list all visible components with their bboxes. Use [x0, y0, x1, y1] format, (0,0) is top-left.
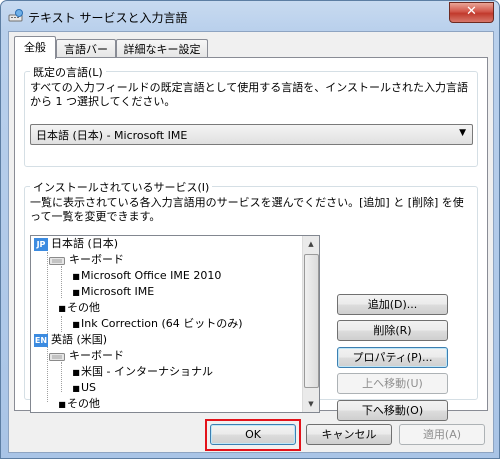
installed-services-tree[interactable]: JP 日本語 (日本) キーボード ■Microsoft Office IME 2…: [30, 235, 320, 413]
tab-advanced-key-settings[interactable]: 詳細なキー設定: [116, 39, 208, 59]
tree-item-label: その他: [67, 397, 100, 410]
keyboard-icon: [49, 257, 65, 265]
properties-button[interactable]: プロパティ(P)...: [337, 347, 448, 368]
tree-item-label: その他: [67, 301, 100, 314]
tab-general[interactable]: 全般: [14, 36, 56, 59]
bullet-icon: ■: [72, 320, 80, 329]
tree-item-language-english[interactable]: EN 英語 (米国): [34, 332, 107, 348]
installed-services-description-2: って一覧を変更できます。: [30, 210, 161, 223]
tab-advanced-key-settings-label: 詳細なキー設定: [123, 43, 201, 56]
move-up-button[interactable]: 上へ移動(U): [337, 373, 448, 394]
tree-item-label: 英語 (米国): [51, 333, 108, 346]
tab-language-bar[interactable]: 言語バー: [56, 39, 116, 59]
tree-item-us-international[interactable]: ■米国 - インターナショナル: [71, 364, 213, 380]
apply-button[interactable]: 適用(A): [399, 424, 485, 445]
close-button[interactable]: ✕: [449, 2, 494, 23]
scroll-up-icon[interactable]: ▲: [303, 236, 319, 252]
default-language-group-title: 既定の言語(L): [30, 64, 106, 80]
default-language-group: 既定の言語(L) すべての入力フィールドの既定言語として使用する言語を、インスト…: [24, 64, 478, 167]
installed-services-description-1: 一覧に表示されている各入力言語用のサービスを選んでください。[追加] と [削除…: [30, 196, 464, 209]
tab-panel-general: 既定の言語(L) すべての入力フィールドの既定言語として使用する言語を、インスト…: [14, 57, 488, 421]
tree-item-us[interactable]: ■US: [71, 380, 96, 396]
bullet-icon: ■: [58, 400, 66, 409]
tree-connector: [47, 252, 48, 402]
scroll-down-icon[interactable]: ▼: [303, 396, 319, 412]
lang-badge-en: EN: [34, 333, 48, 347]
add-button[interactable]: 追加(D)...: [337, 294, 448, 315]
keyboard-icon: [49, 353, 65, 361]
cancel-button[interactable]: キャンセル: [306, 424, 392, 445]
bullet-icon: ■: [72, 368, 80, 377]
tree-item-label: キーボード: [69, 349, 124, 362]
tab-language-bar-label: 言語バー: [64, 43, 108, 56]
default-language-description-2: から 1 つ選択してください。: [30, 95, 176, 108]
bullet-icon: ■: [58, 304, 66, 313]
tree-item-label: 米国 - インターナショナル: [81, 365, 213, 378]
chevron-down-icon: ▼: [459, 128, 466, 138]
tree-item-label: US: [81, 381, 97, 394]
default-language-selected-value: 日本語 (日本) - Microsoft IME: [36, 129, 188, 142]
tree-item-other[interactable]: ■その他: [57, 300, 100, 316]
default-language-description-1: すべての入力フィールドの既定言語として使用する言語を、インストールされた入力言語: [30, 81, 469, 94]
bullet-icon: ■: [72, 272, 80, 281]
remove-button[interactable]: 削除(R): [337, 320, 448, 341]
tree-item-keyboard-category[interactable]: キーボード: [49, 252, 124, 268]
highlight-annotation: [205, 419, 301, 451]
tree-item-keyboard-category[interactable]: キーボード: [49, 348, 124, 364]
tree-item-label: キーボード: [69, 253, 124, 266]
keyboard-globe-icon: [8, 9, 23, 22]
title-bar[interactable]: テキスト サービスと入力言語 ✕: [1, 1, 499, 31]
bullet-icon: ■: [72, 384, 80, 393]
lang-badge-jp: JP: [34, 237, 48, 251]
tree-item-label: Microsoft IME: [81, 285, 155, 298]
tree-item-label: Microsoft Office IME 2010: [81, 269, 222, 282]
tree-connector: [61, 362, 62, 392]
installed-services-group-title: インストールされているサービス(I): [30, 179, 213, 195]
close-icon: ✕: [466, 4, 477, 19]
tree-connector: [61, 266, 62, 298]
dialog-client-area: 全般 言語バー 詳細なキー設定 既定の言語(L) すべての入力フィールドの既定言…: [8, 31, 494, 453]
default-language-dropdown[interactable]: 日本語 (日本) - Microsoft IME ▼: [30, 124, 473, 145]
tree-connector: [61, 316, 62, 332]
bullet-icon: ■: [72, 288, 80, 297]
move-down-button[interactable]: 下へ移動(O): [337, 400, 448, 421]
tree-item-label: Ink Correction (64 ビットのみ): [81, 317, 243, 330]
tree-item-label: 日本語 (日本): [51, 237, 119, 250]
tree-scrollbar[interactable]: ▲ ▼: [302, 236, 319, 412]
tree-item-other[interactable]: ■その他: [57, 396, 100, 412]
tab-general-label: 全般: [24, 41, 46, 54]
installed-services-group: インストールされているサービス(I) 一覧に表示されている各入力言語用のサービス…: [24, 179, 478, 421]
dialog-window: テキスト サービスと入力言語 ✕ 全般 言語バー 詳細なキー設定 既定の言語(L…: [0, 0, 500, 459]
tree-item-office-ime[interactable]: ■Microsoft Office IME 2010: [71, 268, 221, 284]
tree-item-ink-correction[interactable]: ■Ink Correction (64 ビットのみ): [71, 316, 243, 332]
tree-item-language-japanese[interactable]: JP 日本語 (日本): [34, 236, 118, 252]
tree-item-microsoft-ime[interactable]: ■Microsoft IME: [71, 284, 154, 300]
window-title: テキスト サービスと入力言語: [28, 11, 188, 25]
scrollbar-thumb[interactable]: [304, 254, 319, 388]
